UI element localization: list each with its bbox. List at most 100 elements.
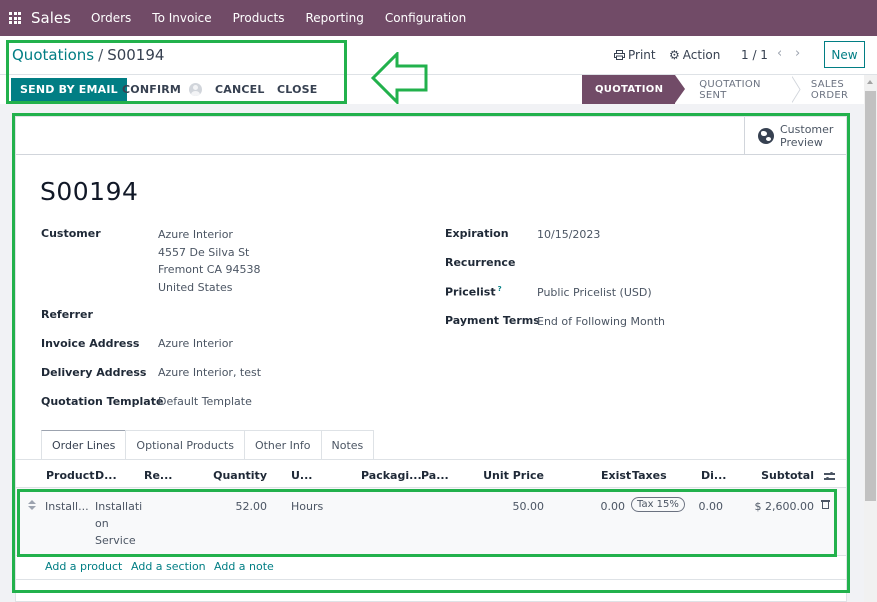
column-header-subtotal[interactable]: Subtotal xyxy=(746,469,814,482)
customer-label: Customer xyxy=(41,227,101,240)
app-name[interactable]: Sales xyxy=(31,9,71,27)
row-discount[interactable]: 0.00 xyxy=(676,498,724,515)
tab-notes[interactable]: Notes xyxy=(320,430,375,460)
row-description-line2: on xyxy=(95,517,109,530)
delivery-address-field[interactable]: Azure Interior, test xyxy=(158,364,261,382)
payment-terms-field[interactable]: End of Following Month xyxy=(537,313,665,331)
quotation-template-field[interactable]: Default Template xyxy=(158,393,252,411)
customer-city: Fremont CA 94538 xyxy=(158,263,261,276)
user-avatar-icon xyxy=(189,83,203,96)
customer-field[interactable]: Azure Interior 4557 De Silva St Fremont … xyxy=(158,226,261,296)
confirm-button[interactable]: CONFIRM xyxy=(122,78,203,101)
highlight-arrow-icon xyxy=(370,52,428,104)
globe-icon xyxy=(758,128,774,144)
quotation-template-label: Quotation Template xyxy=(41,395,164,408)
column-header-requested[interactable]: Re... xyxy=(144,469,172,482)
customer-name: Azure Interior xyxy=(158,228,233,241)
nav-reporting[interactable]: Reporting xyxy=(305,11,363,25)
customer-preview-line1: Customer xyxy=(780,123,834,136)
pager-value[interactable]: 1 / 1 xyxy=(741,48,768,62)
smart-button-box: Customer Preview xyxy=(16,117,846,155)
breadcrumb-separator: / xyxy=(98,46,104,64)
new-button[interactable]: New xyxy=(824,41,865,68)
recurrence-label: Recurrence xyxy=(445,256,516,269)
scroll-thumb[interactable] xyxy=(865,91,876,501)
page-scrollbar[interactable] xyxy=(864,75,877,602)
gear-icon: ⚙ xyxy=(669,48,680,62)
column-header-description[interactable]: D... xyxy=(95,469,117,482)
help-tooltip-icon[interactable]: ? xyxy=(498,285,502,293)
record-title: S00194 xyxy=(40,177,139,206)
column-header-taxes[interactable]: Taxes xyxy=(632,469,667,482)
action-label: Action xyxy=(682,48,721,62)
pricelist-label: Pricelist? xyxy=(445,285,502,299)
printer-icon xyxy=(614,50,625,60)
nav-to-invoice[interactable]: To Invoice xyxy=(152,11,211,25)
delivery-address-label: Delivery Address xyxy=(41,366,147,379)
column-header-packaging-qty[interactable]: Pa... xyxy=(421,469,449,482)
row-product[interactable]: Install... xyxy=(45,498,89,515)
close-button[interactable]: CLOSE xyxy=(277,78,317,101)
customer-preview-line2: Preview xyxy=(780,136,823,149)
pager-previous-icon[interactable]: ‹ xyxy=(777,46,782,61)
tab-order-lines[interactable]: Order Lines xyxy=(41,430,127,460)
tab-optional-products[interactable]: Optional Products xyxy=(125,430,245,460)
print-button[interactable]: Print xyxy=(614,48,656,62)
row-exist: 0.00 xyxy=(600,500,626,513)
row-quantity[interactable]: 52.00 xyxy=(206,498,268,515)
optional-columns-icon[interactable] xyxy=(824,471,835,481)
row-unit-price[interactable]: 50.00 xyxy=(476,498,545,515)
referrer-label: Referrer xyxy=(41,308,93,321)
stage-quotation[interactable]: QUOTATION xyxy=(582,75,686,104)
column-header-packaging[interactable]: Packagi... xyxy=(361,469,422,482)
confirm-label: CONFIRM xyxy=(122,83,182,96)
top-navbar: Sales Orders To Invoice Products Reporti… xyxy=(0,0,877,36)
customer-street: 4557 De Silva St xyxy=(158,245,250,259)
customer-preview-button[interactable]: Customer Preview xyxy=(744,117,846,155)
send-by-email-button[interactable]: SEND BY EMAIL xyxy=(11,78,127,101)
breadcrumb-quotations[interactable]: Quotations xyxy=(12,46,94,64)
nav-products[interactable]: Products xyxy=(233,11,285,25)
row-subtotal: $ 2,600.00 xyxy=(754,500,814,513)
column-header-discount[interactable]: Di... xyxy=(701,469,726,482)
customer-country: United States xyxy=(158,280,233,294)
status-bar: QUOTATION QUOTATION SENT SALES ORDER xyxy=(582,75,877,104)
invoice-address-label: Invoice Address xyxy=(41,337,140,350)
customer-preview-label: Customer Preview xyxy=(780,123,833,149)
pricelist-label-text: Pricelist xyxy=(445,285,496,299)
column-header-uom[interactable]: U... xyxy=(291,469,312,482)
add-note-link[interactable]: Add a note xyxy=(214,560,274,573)
breadcrumb-current: S00194 xyxy=(107,46,165,64)
pager-next-icon[interactable]: › xyxy=(795,46,800,61)
expiration-label: Expiration xyxy=(445,227,509,240)
row-description[interactable]: Installati on Service xyxy=(95,498,142,549)
invoice-address-field[interactable]: Azure Interior xyxy=(158,335,233,353)
stage-quotation-sent[interactable]: QUOTATION SENT xyxy=(675,75,792,104)
drag-handle-icon[interactable] xyxy=(28,500,36,510)
stage-separator-icon xyxy=(791,76,801,103)
referrer-field[interactable] xyxy=(158,305,408,323)
tab-other-info[interactable]: Other Info xyxy=(243,430,322,460)
breadcrumb: Quotations / S00194 xyxy=(12,46,164,64)
tabs-divider xyxy=(16,459,846,460)
scroll-up-icon[interactable] xyxy=(867,80,873,84)
nav-orders[interactable]: Orders xyxy=(91,11,131,25)
column-header-product[interactable]: Product xyxy=(46,469,95,482)
row-uom[interactable]: Hours xyxy=(291,498,323,515)
row-description-line1: Installati xyxy=(95,500,143,513)
delete-row-icon[interactable] xyxy=(821,499,830,510)
recurrence-field[interactable] xyxy=(537,254,787,272)
add-product-link[interactable]: Add a product xyxy=(45,560,122,573)
nav-configuration[interactable]: Configuration xyxy=(385,11,466,25)
add-section-link[interactable]: Add a section xyxy=(131,560,206,573)
column-header-unit-price[interactable]: Unit Price xyxy=(476,469,544,482)
notebook-tabs: Order Lines Optional Products Other Info… xyxy=(41,430,375,460)
cancel-button[interactable]: CANCEL xyxy=(215,78,265,101)
column-header-quantity[interactable]: Quantity xyxy=(206,469,267,482)
pricelist-field[interactable]: Public Pricelist (USD) xyxy=(537,284,652,302)
expiration-field[interactable]: 10/15/2023 xyxy=(537,226,600,244)
table-footer-divider xyxy=(16,579,846,580)
apps-menu-icon[interactable] xyxy=(9,12,21,24)
action-button[interactable]: ⚙ Action xyxy=(669,48,720,62)
column-header-exist[interactable]: Exist xyxy=(601,469,631,482)
